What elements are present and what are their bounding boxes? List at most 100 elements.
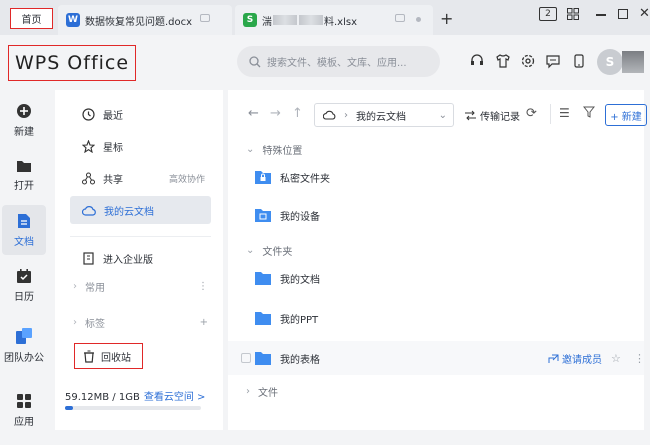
private-folder-name: 私密文件夹: [280, 173, 330, 185]
chevron-right-icon: ›: [246, 386, 250, 397]
gear-icon[interactable]: [519, 52, 537, 70]
tab-document-label: 数据恢复常见问题.docx: [85, 16, 193, 28]
rail-team[interactable]: 团队办公: [2, 320, 46, 370]
transfer-records-button[interactable]: 传输记录: [464, 108, 520, 123]
list-item-my-device[interactable]: 我的设备: [228, 198, 644, 232]
redacted-text: [273, 15, 297, 25]
list-item-my-docs[interactable]: 我的文档: [228, 261, 644, 295]
plus-circle-icon: [17, 103, 31, 118]
wps-logo: WPS Office: [8, 45, 136, 81]
transfer-label: 传输记录: [480, 112, 520, 123]
folder-icon: [255, 272, 271, 285]
trash-icon: [84, 350, 94, 363]
list-view-icon[interactable]: ☰: [559, 106, 570, 120]
left-rail: 新建 打开 文档 日历 团队办公 应用: [0, 90, 48, 445]
folder-icon: [17, 160, 31, 172]
grid-view-icon[interactable]: [567, 8, 579, 23]
group-folders[interactable]: ⌄ 文件夹: [246, 243, 292, 258]
add-tab-button[interactable]: +: [440, 9, 453, 28]
rail-calendar[interactable]: 日历: [2, 260, 46, 310]
avatar-letter: S: [605, 55, 615, 69]
new-button[interactable]: + 新建: [605, 104, 647, 126]
breadcrumb-cloud-docs[interactable]: 我的云文档: [356, 108, 406, 123]
list-item-my-ppt[interactable]: 我的PPT: [228, 301, 644, 335]
row-checkbox[interactable]: [241, 353, 251, 363]
filter-icon[interactable]: [582, 106, 596, 122]
nav-recycle-label: 回收站: [101, 352, 131, 364]
rail-open[interactable]: 打开: [2, 150, 46, 200]
rail-open-label: 打开: [14, 180, 34, 192]
storage-progress-bar: [65, 406, 201, 410]
headset-icon[interactable]: [468, 52, 486, 70]
tab-spreadsheet[interactable]: S 湍 料.xlsx: [235, 5, 433, 35]
unsaved-dot-icon: [416, 17, 421, 22]
cloud-icon: [82, 205, 96, 216]
phone-icon[interactable]: [570, 52, 588, 70]
storage-info: 59.12MB / 1GB 查看云空间 >: [65, 388, 205, 403]
search-icon: [249, 55, 261, 67]
list-item-private-folder[interactable]: 私密文件夹: [228, 160, 644, 194]
star-icon[interactable]: ☆: [611, 352, 621, 365]
tab-spreadsheet-label-end: 料.xlsx: [324, 16, 358, 28]
nav-cloud-label: 我的云文档: [104, 206, 154, 218]
close-button[interactable]: ✕: [639, 6, 650, 21]
sheet-app-icon: S: [243, 13, 257, 27]
nav-recent[interactable]: 最近: [70, 100, 211, 128]
section-common[interactable]: › 常用 ⋮: [73, 278, 208, 294]
cloud-icon: [323, 110, 336, 120]
group-special-locations[interactable]: ⌄ 特殊位置: [246, 142, 302, 157]
document-icon: [18, 213, 30, 228]
nav-enterprise[interactable]: 进入企业版: [70, 244, 211, 272]
more-vertical-icon[interactable]: ⋮: [634, 352, 645, 365]
avatar[interactable]: S: [597, 49, 623, 75]
nav-shared[interactable]: 共享 高效协作: [70, 164, 211, 192]
rail-new[interactable]: 新建: [2, 95, 46, 145]
nav-recycle-bin[interactable]: 回收站: [74, 343, 143, 369]
rail-docs-label: 文档: [14, 236, 34, 248]
share-icon: [548, 354, 559, 363]
nav-shared-extra[interactable]: 高效协作: [169, 172, 205, 185]
share-icon: [82, 172, 95, 184]
maximize-button[interactable]: [618, 9, 628, 19]
nav-cloud-docs[interactable]: 我的云文档: [70, 196, 211, 224]
minimize-button[interactable]: [596, 14, 606, 16]
window-count-label: 2: [545, 9, 551, 19]
divider: [550, 104, 551, 124]
transfer-icon: [465, 110, 476, 121]
search-input[interactable]: 搜索文件、模板、文库、应用...: [237, 46, 440, 77]
chevron-down-icon: ⌄: [246, 144, 255, 155]
add-tag-icon[interactable]: +: [200, 317, 208, 328]
back-arrow-icon[interactable]: ←: [248, 106, 259, 121]
more-vertical-icon[interactable]: ⋮: [198, 281, 208, 292]
cloud-sync-icon: [200, 14, 210, 22]
refresh-icon[interactable]: ⟳: [526, 106, 537, 121]
group-files-label: 文件: [258, 388, 278, 399]
apps-grid-icon: [17, 393, 31, 408]
list-item-my-sheets[interactable]: 我的表格 邀请成员 ☆ ⋮: [228, 341, 645, 375]
section-tags-label: 标签: [85, 318, 105, 330]
window-count-button[interactable]: 2: [539, 7, 557, 21]
divider: [70, 236, 211, 237]
nav-starred[interactable]: 星标: [70, 132, 211, 160]
up-arrow-icon[interactable]: ↑: [292, 106, 303, 121]
chevron-right-icon: ›: [73, 316, 77, 328]
chevron-down-icon[interactable]: ⌄: [439, 110, 447, 121]
shirt-icon[interactable]: [494, 52, 512, 70]
rail-apps-label: 应用: [14, 416, 34, 428]
invite-members-button[interactable]: 邀请成员: [548, 351, 602, 366]
tab-document[interactable]: W 数据恢复常见问题.docx: [58, 5, 232, 35]
view-cloud-space-link[interactable]: 查看云空间 >: [144, 392, 206, 403]
redacted-username: [622, 51, 644, 73]
device-folder-icon: [255, 209, 271, 222]
section-tags[interactable]: › 标签 +: [73, 314, 208, 330]
header: WPS Office 搜索文件、模板、文库、应用... S: [0, 35, 650, 90]
nav-recent-label: 最近: [103, 110, 123, 122]
forward-arrow-icon[interactable]: →: [270, 106, 281, 121]
tab-home[interactable]: 首页: [10, 8, 53, 29]
rail-docs[interactable]: 文档: [2, 205, 46, 255]
message-icon[interactable]: [544, 52, 562, 70]
group-files[interactable]: › 文件: [246, 384, 278, 399]
rail-apps[interactable]: 应用: [2, 385, 46, 435]
tab-bar: 首页 W 数据恢复常见问题.docx S 湍 料.xlsx + 2 ✕: [0, 0, 650, 35]
section-common-label: 常用: [85, 282, 105, 294]
